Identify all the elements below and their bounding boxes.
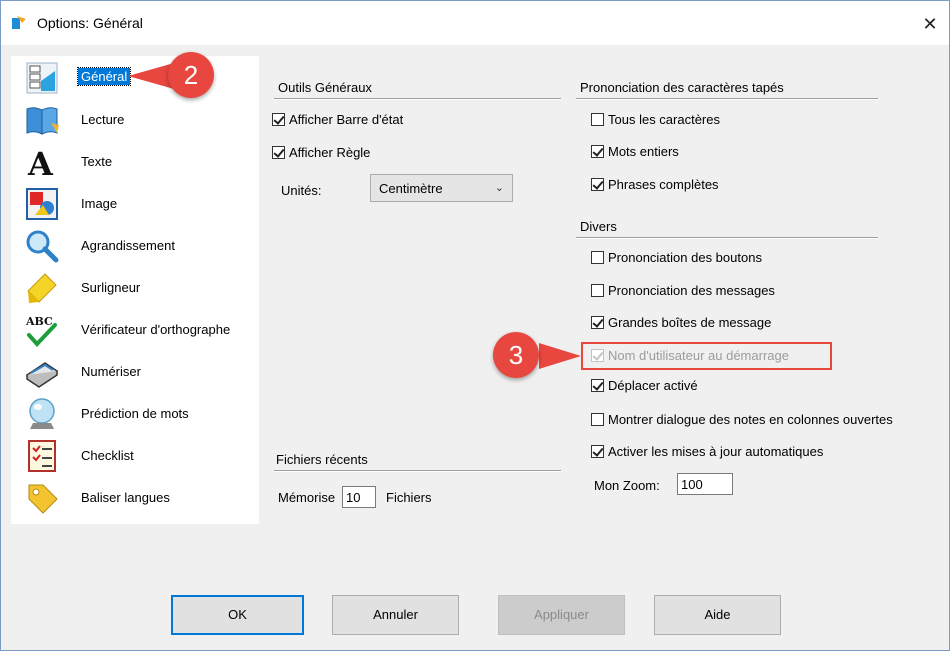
checkbox-box[interactable] xyxy=(591,445,604,458)
outils-group-title: Outils Généraux xyxy=(278,80,372,95)
category-surligneur[interactable]: Surligneur xyxy=(21,268,259,308)
checkbox-box[interactable] xyxy=(591,178,604,191)
ok-button[interactable]: OK xyxy=(171,595,304,635)
window-title: Options: Général xyxy=(37,15,143,31)
title-bar: Options: Général ✕ xyxy=(1,1,949,45)
units-label: Unités: xyxy=(281,183,322,198)
svg-text:ABC: ABC xyxy=(25,315,53,328)
checkbox-label: Tous les caractères xyxy=(608,112,720,127)
recent-divider xyxy=(274,470,561,472)
divers-divider xyxy=(576,237,878,239)
checkbox-label: Montrer dialogue des notes en colonnes o… xyxy=(608,412,893,427)
close-icon[interactable]: ✕ xyxy=(915,11,945,37)
image-icon xyxy=(26,188,58,220)
cancel-button[interactable]: Annuler xyxy=(332,595,459,635)
category-label: Checklist xyxy=(81,448,134,463)
checkbox-label: Mots entiers xyxy=(608,144,679,159)
help-button[interactable]: Aide xyxy=(654,595,781,635)
checkbox-box[interactable] xyxy=(272,113,285,126)
category-checklist[interactable]: Checklist xyxy=(21,436,259,476)
callout-badge-2: 2 xyxy=(168,52,214,98)
crystal-ball-icon xyxy=(29,398,55,429)
checkbox-label: Grandes boîtes de message xyxy=(608,315,772,330)
checkbox-label: Afficher Barre d'état xyxy=(289,112,404,127)
files-label: Fichiers xyxy=(386,490,432,505)
category-label: Texte xyxy=(81,154,113,169)
checkbox-box[interactable] xyxy=(591,284,604,297)
zoom-label: Mon Zoom: xyxy=(594,478,660,493)
category-label: Image xyxy=(81,196,118,211)
category-label: Agrandissement xyxy=(81,238,175,253)
notes-dialog-checkbox[interactable]: Montrer dialogue des notes en colonnes o… xyxy=(591,412,893,427)
category-label: Numériser xyxy=(81,364,141,379)
svg-text:A: A xyxy=(27,145,54,179)
apply-button: Appliquer xyxy=(498,595,625,635)
highlight-box xyxy=(581,342,832,370)
highlighter-icon xyxy=(27,273,57,303)
tag-icon xyxy=(28,484,58,514)
units-value: Centimètre xyxy=(379,181,443,196)
pronunciation-group-title: Prononciation des caractères tapés xyxy=(580,80,784,95)
category-numeriser[interactable]: Numériser xyxy=(21,352,259,392)
checkbox-label: Déplacer activé xyxy=(608,378,698,393)
category-verificateur[interactable]: ABC Vérificateur d'orthographe xyxy=(21,310,259,350)
all-chars-checkbox[interactable]: Tous les caractères xyxy=(591,112,720,127)
category-image[interactable]: Image xyxy=(21,184,259,224)
checkbox-label: Prononciation des messages xyxy=(608,283,775,298)
book-icon xyxy=(26,107,59,135)
chevron-down-icon: ⌄ xyxy=(494,182,504,194)
spellcheck-icon: ABC xyxy=(25,315,57,347)
checkbox-label: Phrases complètes xyxy=(608,177,719,192)
message-pronunciation-checkbox[interactable]: Prononciation des messages xyxy=(591,283,775,298)
recent-count-input[interactable]: 10 xyxy=(342,486,376,508)
checkbox-box[interactable] xyxy=(591,145,604,158)
category-label: Général xyxy=(76,67,132,86)
magnifier-icon xyxy=(26,230,59,263)
checklist-icon xyxy=(28,440,56,472)
category-label: Lecture xyxy=(81,112,125,127)
checkbox-box[interactable] xyxy=(591,316,604,329)
checkbox-label: Prononciation des boutons xyxy=(608,250,762,265)
checkbox-label: Activer les mises à jour automatiques xyxy=(608,444,824,459)
category-label: Prédiction de mots xyxy=(81,406,189,421)
checkbox-box[interactable] xyxy=(591,113,604,126)
auto-updates-checkbox[interactable]: Activer les mises à jour automatiques xyxy=(591,444,823,459)
units-dropdown[interactable]: Centimètre ⌄ xyxy=(370,174,513,202)
show-ruler-checkbox[interactable]: Afficher Règle xyxy=(272,145,370,160)
callout-badge-3: 3 xyxy=(493,332,539,378)
whole-words-checkbox[interactable]: Mots entiers xyxy=(591,144,679,159)
checkbox-box[interactable] xyxy=(591,379,604,392)
button-pronunciation-checkbox[interactable]: Prononciation des boutons xyxy=(591,250,762,265)
options-dialog: Options: Général ✕ Général Lecture A Tex… xyxy=(0,0,950,651)
category-label: Baliser langues xyxy=(81,490,170,505)
memorize-label: Mémorise xyxy=(278,490,336,505)
checkbox-box[interactable] xyxy=(591,251,604,264)
category-label: Surligneur xyxy=(81,280,141,295)
category-list: Général Lecture A Texte Image Agrandisse… xyxy=(11,56,259,524)
outils-divider xyxy=(274,98,561,100)
scanner-icon xyxy=(25,362,59,388)
category-texte[interactable]: A Texte xyxy=(21,142,259,182)
general-options-icon xyxy=(26,62,58,94)
checkbox-label: Afficher Règle xyxy=(289,145,371,160)
category-baliser[interactable]: Baliser langues xyxy=(21,478,259,518)
move-enabled-checkbox[interactable]: Déplacer activé xyxy=(591,378,698,393)
full-sentences-checkbox[interactable]: Phrases complètes xyxy=(591,177,719,192)
checkbox-box[interactable] xyxy=(591,413,604,426)
zoom-input[interactable]: 100 xyxy=(677,473,733,495)
show-status-bar-checkbox[interactable]: Afficher Barre d'état xyxy=(272,112,403,127)
category-prediction[interactable]: Prédiction de mots xyxy=(21,394,259,434)
app-icon xyxy=(12,16,26,29)
large-message-boxes-checkbox[interactable]: Grandes boîtes de message xyxy=(591,315,771,330)
checkbox-box[interactable] xyxy=(272,146,285,159)
recent-group-title: Fichiers récents xyxy=(276,452,368,467)
divers-group-title: Divers xyxy=(580,219,617,234)
text-A-icon: A xyxy=(27,145,54,179)
category-agrandissement[interactable]: Agrandissement xyxy=(21,226,259,266)
pronunciation-divider xyxy=(576,98,878,100)
category-label: Vérificateur d'orthographe xyxy=(81,322,231,337)
